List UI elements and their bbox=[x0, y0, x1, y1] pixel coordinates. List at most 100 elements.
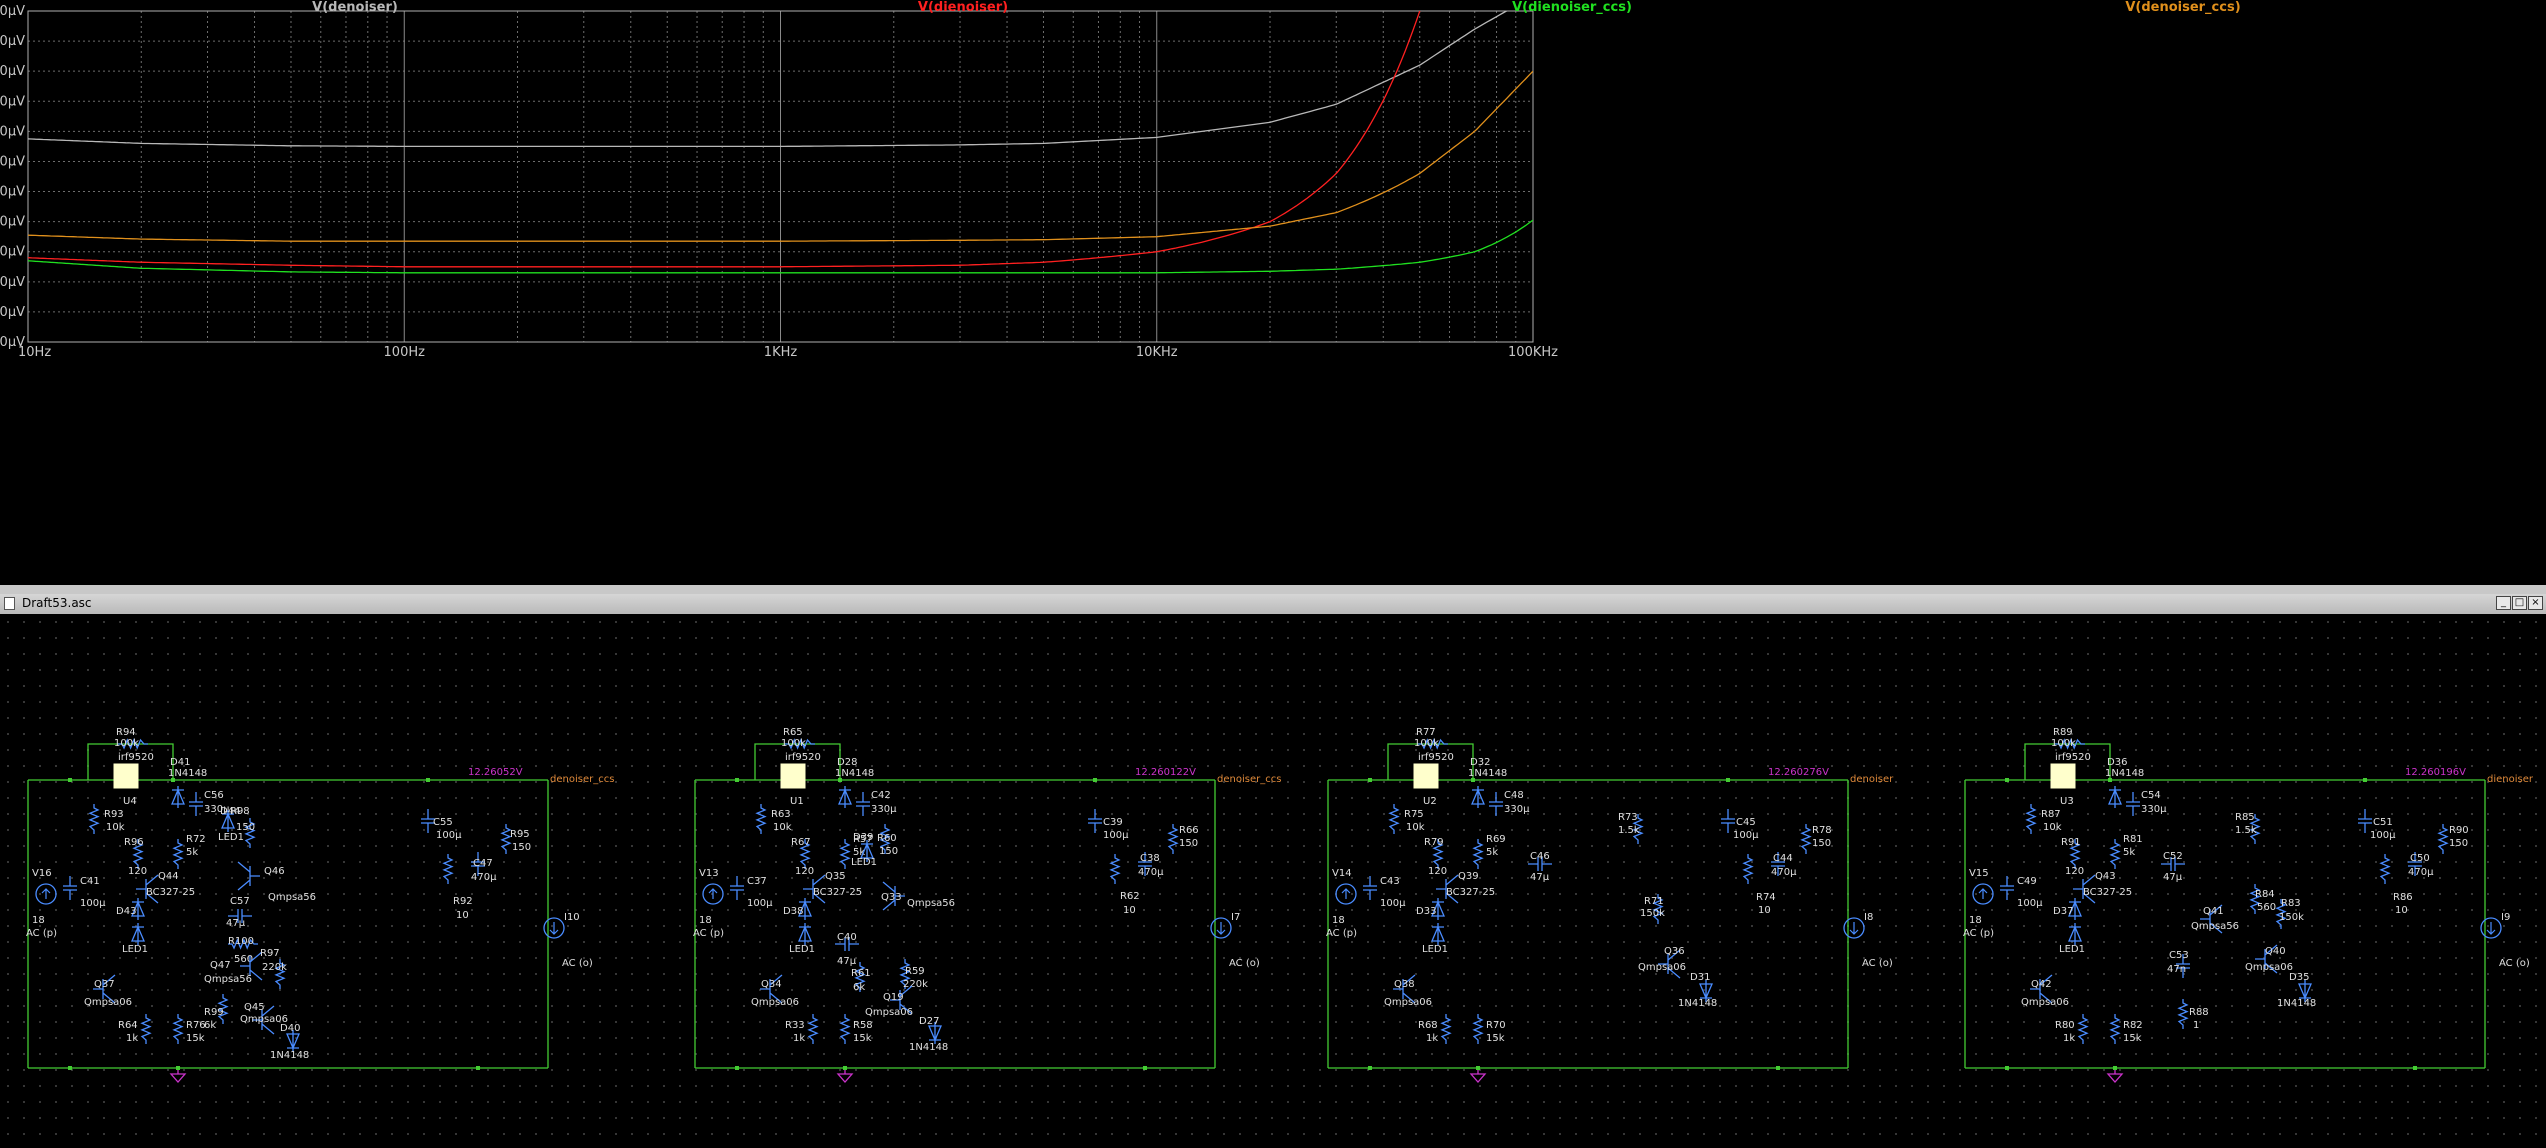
resistor bbox=[755, 804, 767, 834]
value-label: Qmpsa56 bbox=[204, 974, 252, 985]
value-label: Qmpsa06 bbox=[865, 1007, 913, 1018]
value-label: BC327-25 bbox=[813, 887, 862, 898]
ref-label: C55 bbox=[433, 817, 453, 828]
junction bbox=[735, 1066, 739, 1070]
ground-symbol bbox=[2106, 1068, 2124, 1083]
ref-label: R79 bbox=[1424, 837, 1444, 848]
value-label: 150k bbox=[2279, 912, 2304, 923]
part-label: irf9520 bbox=[118, 752, 154, 763]
resistor bbox=[1109, 854, 1121, 884]
schematic-section2: R65100k irf9520 U1 V13 18 AC (p) C37 100µ R63 10k… bbox=[693, 727, 1281, 1083]
schematic-drawing[interactable]: R94100kirf9520U4V1618AC (p)C41100µR9310k… bbox=[0, 614, 2546, 1148]
ref-label: C39 bbox=[1103, 817, 1123, 828]
ref-label: R91 bbox=[2061, 837, 2081, 848]
value-label: 18 bbox=[1969, 915, 1982, 926]
value-label: 150 bbox=[236, 822, 255, 833]
ground-symbol bbox=[836, 1068, 854, 1083]
waveform-plot[interactable]: 90µV 80µV 70µV 60µV 50µV 40µV 30µV 20µV 10µV 0µV -… bbox=[0, 0, 2546, 585]
ground-symbol bbox=[1469, 1068, 1487, 1083]
value-label: 10k bbox=[773, 822, 792, 833]
ref-label: R85 bbox=[2235, 812, 2255, 823]
capacitor bbox=[856, 792, 870, 816]
schematic-title: Draft53.asc bbox=[22, 596, 92, 610]
value-label: 5k bbox=[2123, 847, 2135, 858]
value-label: Qmpsa06 bbox=[84, 997, 132, 1008]
junction bbox=[843, 1066, 847, 1070]
ref-label: U1 bbox=[790, 796, 804, 807]
capacitor bbox=[1088, 809, 1102, 833]
diode bbox=[798, 923, 812, 945]
value-label: 47n bbox=[2167, 964, 2186, 975]
ref-label: R33 bbox=[785, 1020, 805, 1031]
value-label: 100µ bbox=[80, 898, 106, 909]
ref-label: Q19 bbox=[883, 992, 904, 1003]
value-label: 120 bbox=[128, 866, 147, 877]
ref-label: R69 bbox=[1486, 834, 1506, 845]
ref-label: C44 bbox=[1773, 853, 1793, 864]
value-label: 560 bbox=[2257, 902, 2276, 913]
junction bbox=[1368, 1066, 1372, 1070]
value-label: 6k bbox=[204, 1020, 216, 1031]
ref-label: R81 bbox=[2123, 834, 2143, 845]
ref-label: R86 bbox=[2393, 892, 2413, 903]
node-voltage-label: 12.260122V bbox=[1135, 767, 1196, 778]
value-label: 470µ bbox=[471, 872, 497, 883]
junction bbox=[68, 1066, 72, 1070]
value-label: 1N4148 bbox=[2105, 768, 2144, 779]
value-label: 1N4148 bbox=[168, 768, 207, 779]
waveform-plot-pane[interactable]: 90µV 80µV 70µV 60µV 50µV 40µV 30µV 20µV 10µV 0µV -… bbox=[0, 0, 2546, 585]
resistor bbox=[1388, 804, 1400, 834]
value-label: 470µ bbox=[2408, 867, 2434, 878]
junction bbox=[2413, 1066, 2417, 1070]
part-label: irf9520 bbox=[2055, 752, 2091, 763]
close-button[interactable]: × bbox=[2528, 596, 2543, 610]
resistor bbox=[1472, 839, 1484, 869]
resistor bbox=[2379, 854, 2391, 884]
ref-label: U4 bbox=[123, 796, 137, 807]
ref-label: R89 bbox=[2053, 727, 2073, 738]
value-label: 150 bbox=[1179, 838, 1198, 849]
value-label: 330µ bbox=[1504, 804, 1530, 815]
schematic-titlebar[interactable]: Draft53.asc _ □ × bbox=[0, 594, 2546, 615]
capacitor bbox=[1489, 792, 1503, 816]
ref-label: D31 bbox=[1690, 972, 1710, 983]
pane-splitter[interactable] bbox=[0, 585, 2546, 594]
value-label: Qmpsa56 bbox=[907, 898, 955, 909]
ref-label: C45 bbox=[1736, 817, 1756, 828]
y-tick-label: 80µV bbox=[0, 34, 25, 49]
trace-label: V(dienoiser_ccs) bbox=[1512, 0, 1632, 15]
x-tick-label: 10KHz bbox=[1136, 345, 1178, 360]
ref-label: I8 bbox=[1864, 912, 1873, 923]
ref-label: Q44 bbox=[158, 871, 179, 882]
value-label: 120 bbox=[795, 866, 814, 877]
value-label: 15k bbox=[2123, 1033, 2142, 1044]
value-label: 100µ bbox=[2017, 898, 2043, 909]
ref-label: D35 bbox=[2289, 972, 2309, 983]
ref-label: R75 bbox=[1404, 809, 1424, 820]
ref-label: R83 bbox=[2281, 898, 2301, 909]
value-label: 1N4148 bbox=[270, 1050, 309, 1061]
value-label: 1k bbox=[793, 1033, 805, 1044]
ref-label: R97 bbox=[260, 948, 280, 959]
ref-label: C43 bbox=[1380, 876, 1400, 887]
minimize-button[interactable]: _ bbox=[2496, 596, 2511, 610]
value-label: 1.5k bbox=[2235, 825, 2257, 836]
junction bbox=[426, 778, 430, 782]
y-tick-label: 10µV bbox=[0, 245, 25, 260]
resistor bbox=[442, 854, 454, 884]
ref-label: V15 bbox=[1969, 868, 1989, 879]
ref-label: Q40 bbox=[2265, 946, 2286, 957]
maximize-button[interactable]: □ bbox=[2512, 596, 2527, 610]
capacitor bbox=[1363, 876, 1377, 900]
schematic-section3: R77100k irf9520 U2 V14 18 AC (p) C43 100µ R75 10k… bbox=[1326, 727, 1894, 1083]
junction bbox=[1726, 778, 1730, 782]
resistor bbox=[1800, 824, 1812, 854]
value-label: 150 bbox=[1812, 838, 1831, 849]
resistor bbox=[172, 839, 184, 869]
value-label: 47µ bbox=[1530, 872, 1550, 883]
capacitor bbox=[189, 792, 203, 816]
net-label: denoiser_ccs bbox=[1217, 774, 1281, 785]
ref-label: C40 bbox=[837, 932, 857, 943]
value-label: Qmpsa06 bbox=[751, 997, 799, 1008]
resistor bbox=[1440, 1014, 1452, 1044]
